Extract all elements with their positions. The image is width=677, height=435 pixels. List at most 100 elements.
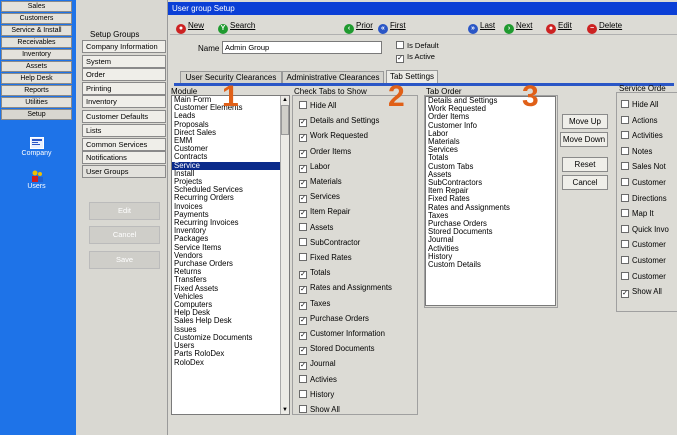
checkbox[interactable]: ✓ [299,332,307,340]
name-input[interactable] [222,41,382,54]
checkbox[interactable]: ✓ [621,290,629,299]
check-tab-item[interactable]: ✓ Details and Settings [299,116,379,128]
nav-item-sales[interactable]: Sales [1,1,72,12]
nav-item-service-install[interactable]: Service & Install [1,25,72,36]
edit-record-button[interactable]: ● Edit [546,19,572,34]
checkbox[interactable] [621,115,629,124]
nav-item-inventory[interactable]: Inventory [1,49,72,60]
group-system[interactable]: System [82,55,166,68]
move-down-button[interactable]: Move Down [560,132,608,147]
service-order-item[interactable]: ✓ Show All [621,287,662,299]
service-order-item[interactable]: Activities [621,131,663,140]
check-tab-item[interactable]: ✓ Services [299,192,340,204]
group-common-services[interactable]: Common Services [82,138,166,151]
nav-item-customers[interactable]: Customers [1,13,72,24]
next-button[interactable]: › Next [504,19,532,34]
checkbox[interactable]: ✓ [299,362,307,371]
check-tab-item[interactable]: Assets [299,222,333,232]
group-printing[interactable]: Printing [82,82,166,95]
group-notifications[interactable]: Notifications [82,151,166,164]
checkbox[interactable] [621,256,629,264]
is-active-box[interactable]: ✓ [396,55,404,63]
service-order-item[interactable]: Actions [621,115,658,125]
group-user-groups[interactable]: User Groups [82,165,166,178]
edit-button[interactable]: Edit [89,202,160,220]
module-list[interactable]: Main Form Customer Elements Leads Proposals… [171,95,290,415]
checkbox[interactable] [621,224,629,233]
checkbox[interactable]: ✓ [299,347,307,356]
is-active-checkbox[interactable]: ✓ Is Active [396,52,435,63]
checkbox[interactable] [299,253,307,261]
checkbox[interactable] [299,389,307,398]
checkbox[interactable] [299,222,307,231]
nav-company[interactable]: Company [0,137,73,157]
check-tab-item[interactable]: ✓ Labor [299,162,330,173]
nav-item-help-desk[interactable]: Help Desk [1,73,72,84]
service-order-item[interactable]: Map It [621,209,654,218]
checkbox[interactable] [621,193,629,202]
service-order-item[interactable]: Notes [621,146,652,156]
service-order-item[interactable]: Hide All [621,100,658,109]
reset-button[interactable]: Reset [562,157,608,172]
check-tab-item[interactable]: History [299,389,334,399]
check-tab-item[interactable]: ✓ Rates and Assignments [299,283,392,295]
scroll-down-icon[interactable]: ▼ [281,406,289,414]
checkbox[interactable] [621,240,629,249]
nav-item-receivables[interactable]: Receivables [1,37,72,48]
group-lists[interactable]: Lists [82,124,166,137]
tab-administrative-clearances[interactable]: Administrative Clearances [282,71,384,83]
checkbox[interactable] [621,178,629,186]
search-button[interactable]: Y Search [218,19,255,34]
module-scrollbar[interactable]: ▲ ▼ [280,96,289,414]
checkbox[interactable]: ✓ [299,301,307,310]
nav-users[interactable]: Users [0,170,73,190]
last-button[interactable]: » Last [468,19,495,34]
group-customer-defaults[interactable]: Customer Defaults [82,110,166,123]
check-tab-item[interactable]: ✓ Purchase Orders [299,314,369,325]
check-tab-item[interactable]: ✓ Item Repair [299,207,350,219]
checkbox[interactable]: ✓ [299,149,307,158]
service-order-item[interactable]: Quick Invo [621,224,669,234]
checkbox[interactable]: ✓ [299,164,307,173]
checkbox[interactable]: ✓ [299,316,307,325]
checkbox[interactable]: ✓ [299,271,307,280]
check-tab-item[interactable]: SubContractor [299,237,360,247]
checkbox[interactable] [621,100,629,108]
check-tab-item[interactable]: ✓ Stored Documents [299,344,375,356]
checkbox[interactable] [299,101,307,109]
group-inventory[interactable]: Inventory [82,95,166,108]
check-tab-item[interactable]: ✓ Totals [299,268,330,280]
check-tab-item[interactable]: ✓ Order Items [299,147,351,158]
scroll-up-icon[interactable]: ▲ [281,96,289,104]
checkbox[interactable]: ✓ [299,180,307,188]
checkbox[interactable]: ✓ [299,210,307,219]
service-order-item[interactable]: Customer [621,271,666,281]
checkbox[interactable] [621,131,629,140]
checkbox[interactable]: ✓ [299,195,307,204]
check-tab-item[interactable]: ✓ Journal [299,359,336,371]
checkbox[interactable]: ✓ [299,134,307,143]
tab-order-item[interactable]: Custom Details [426,260,555,269]
is-default-checkbox[interactable]: Is Default [396,41,439,50]
checkbox[interactable] [621,209,629,218]
check-tab-item[interactable]: Activies [299,374,337,384]
prior-button[interactable]: ‹ Prior [344,19,373,34]
check-tab-item[interactable]: ✓ Customer Information [299,329,385,340]
save-button[interactable]: Save [89,251,160,269]
checkbox[interactable]: ✓ [299,119,307,128]
check-tab-item[interactable]: ✓ Work Requested [299,131,368,143]
checkbox[interactable]: ✓ [299,286,307,295]
service-order-item[interactable]: Customer [621,178,666,187]
check-tab-item[interactable]: Show All [299,405,340,414]
nav-item-reports[interactable]: Reports [1,85,72,96]
checkbox[interactable] [299,237,307,246]
nav-item-utilities[interactable]: Utilities [1,97,72,108]
group-company-information[interactable]: Company Information [82,40,166,53]
checkbox[interactable] [299,405,307,413]
module-item[interactable]: RoloDex [172,358,289,367]
move-up-button[interactable]: Move Up [562,114,608,129]
service-order-item[interactable]: Customer [621,256,666,265]
group-order[interactable]: Order [82,68,166,81]
check-tab-item[interactable]: Fixed Rates [299,253,352,262]
new-button[interactable]: ● New [176,19,204,34]
